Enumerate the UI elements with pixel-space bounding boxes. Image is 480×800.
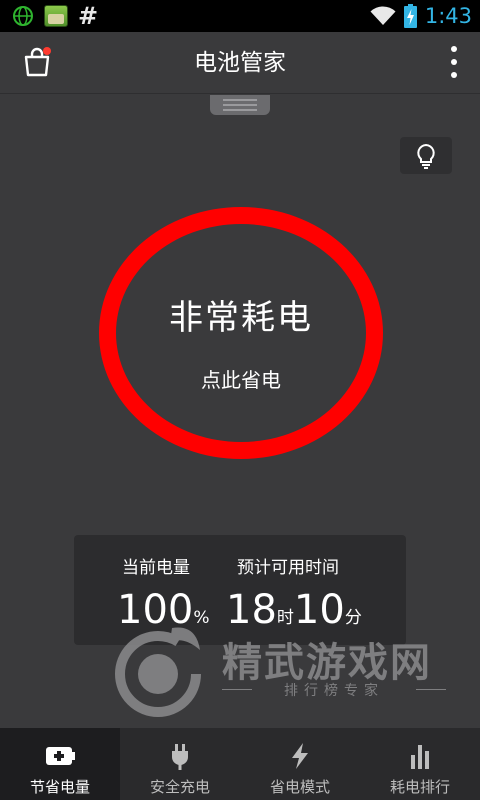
app-icon bbox=[44, 5, 68, 27]
more-vert-icon[interactable] bbox=[450, 46, 458, 78]
status-bar-notifications: # bbox=[12, 4, 98, 28]
hash-icon: # bbox=[78, 2, 99, 30]
watermark-subtitle: 排行榜专家 bbox=[222, 680, 446, 700]
save-power-action[interactable]: 点此省电 bbox=[99, 364, 383, 393]
battery-charging-icon bbox=[403, 4, 417, 28]
status-bar-system: 1:43 bbox=[370, 2, 472, 30]
plug-icon bbox=[165, 742, 195, 770]
watermark-logo bbox=[115, 627, 201, 717]
status-bar: # 1:43 bbox=[0, 0, 480, 32]
lightbulb-icon bbox=[417, 143, 435, 169]
page-title: 电池管家 bbox=[194, 50, 286, 76]
tab-label: 耗电排行 bbox=[389, 778, 450, 796]
watermark: 精武游戏网 排行榜专家 bbox=[110, 620, 450, 720]
tab-usage-ranking[interactable]: 耗电排行 bbox=[360, 728, 480, 800]
tab-label: 节省电量 bbox=[29, 778, 90, 796]
tab-save-power[interactable]: 节省电量 bbox=[0, 728, 120, 800]
current-battery-label: 当前电量 bbox=[122, 558, 190, 578]
tip-button[interactable] bbox=[400, 137, 452, 174]
globe-icon bbox=[13, 6, 33, 26]
tab-label: 省电模式 bbox=[269, 778, 330, 796]
wifi-icon bbox=[370, 6, 396, 25]
remaining-time-label: 预计可用时间 bbox=[237, 558, 339, 578]
bottom-tab-bar: 节省电量 安全充电 省电模式 耗电排行 bbox=[0, 728, 480, 800]
tab-label: 安全充电 bbox=[149, 778, 210, 796]
power-status-label: 非常耗电 bbox=[169, 298, 313, 338]
lightning-icon bbox=[285, 742, 315, 770]
tab-power-mode[interactable]: 省电模式 bbox=[240, 728, 360, 800]
clock: 1:43 bbox=[424, 4, 472, 28]
pull-down-handle[interactable] bbox=[210, 95, 270, 115]
bar-chart-icon bbox=[405, 742, 435, 770]
shopping-bag-icon[interactable] bbox=[22, 46, 52, 78]
tab-safe-charge[interactable]: 安全充电 bbox=[120, 728, 240, 800]
battery-plus-icon bbox=[45, 742, 75, 770]
action-bar: 电池管家 bbox=[0, 32, 480, 94]
